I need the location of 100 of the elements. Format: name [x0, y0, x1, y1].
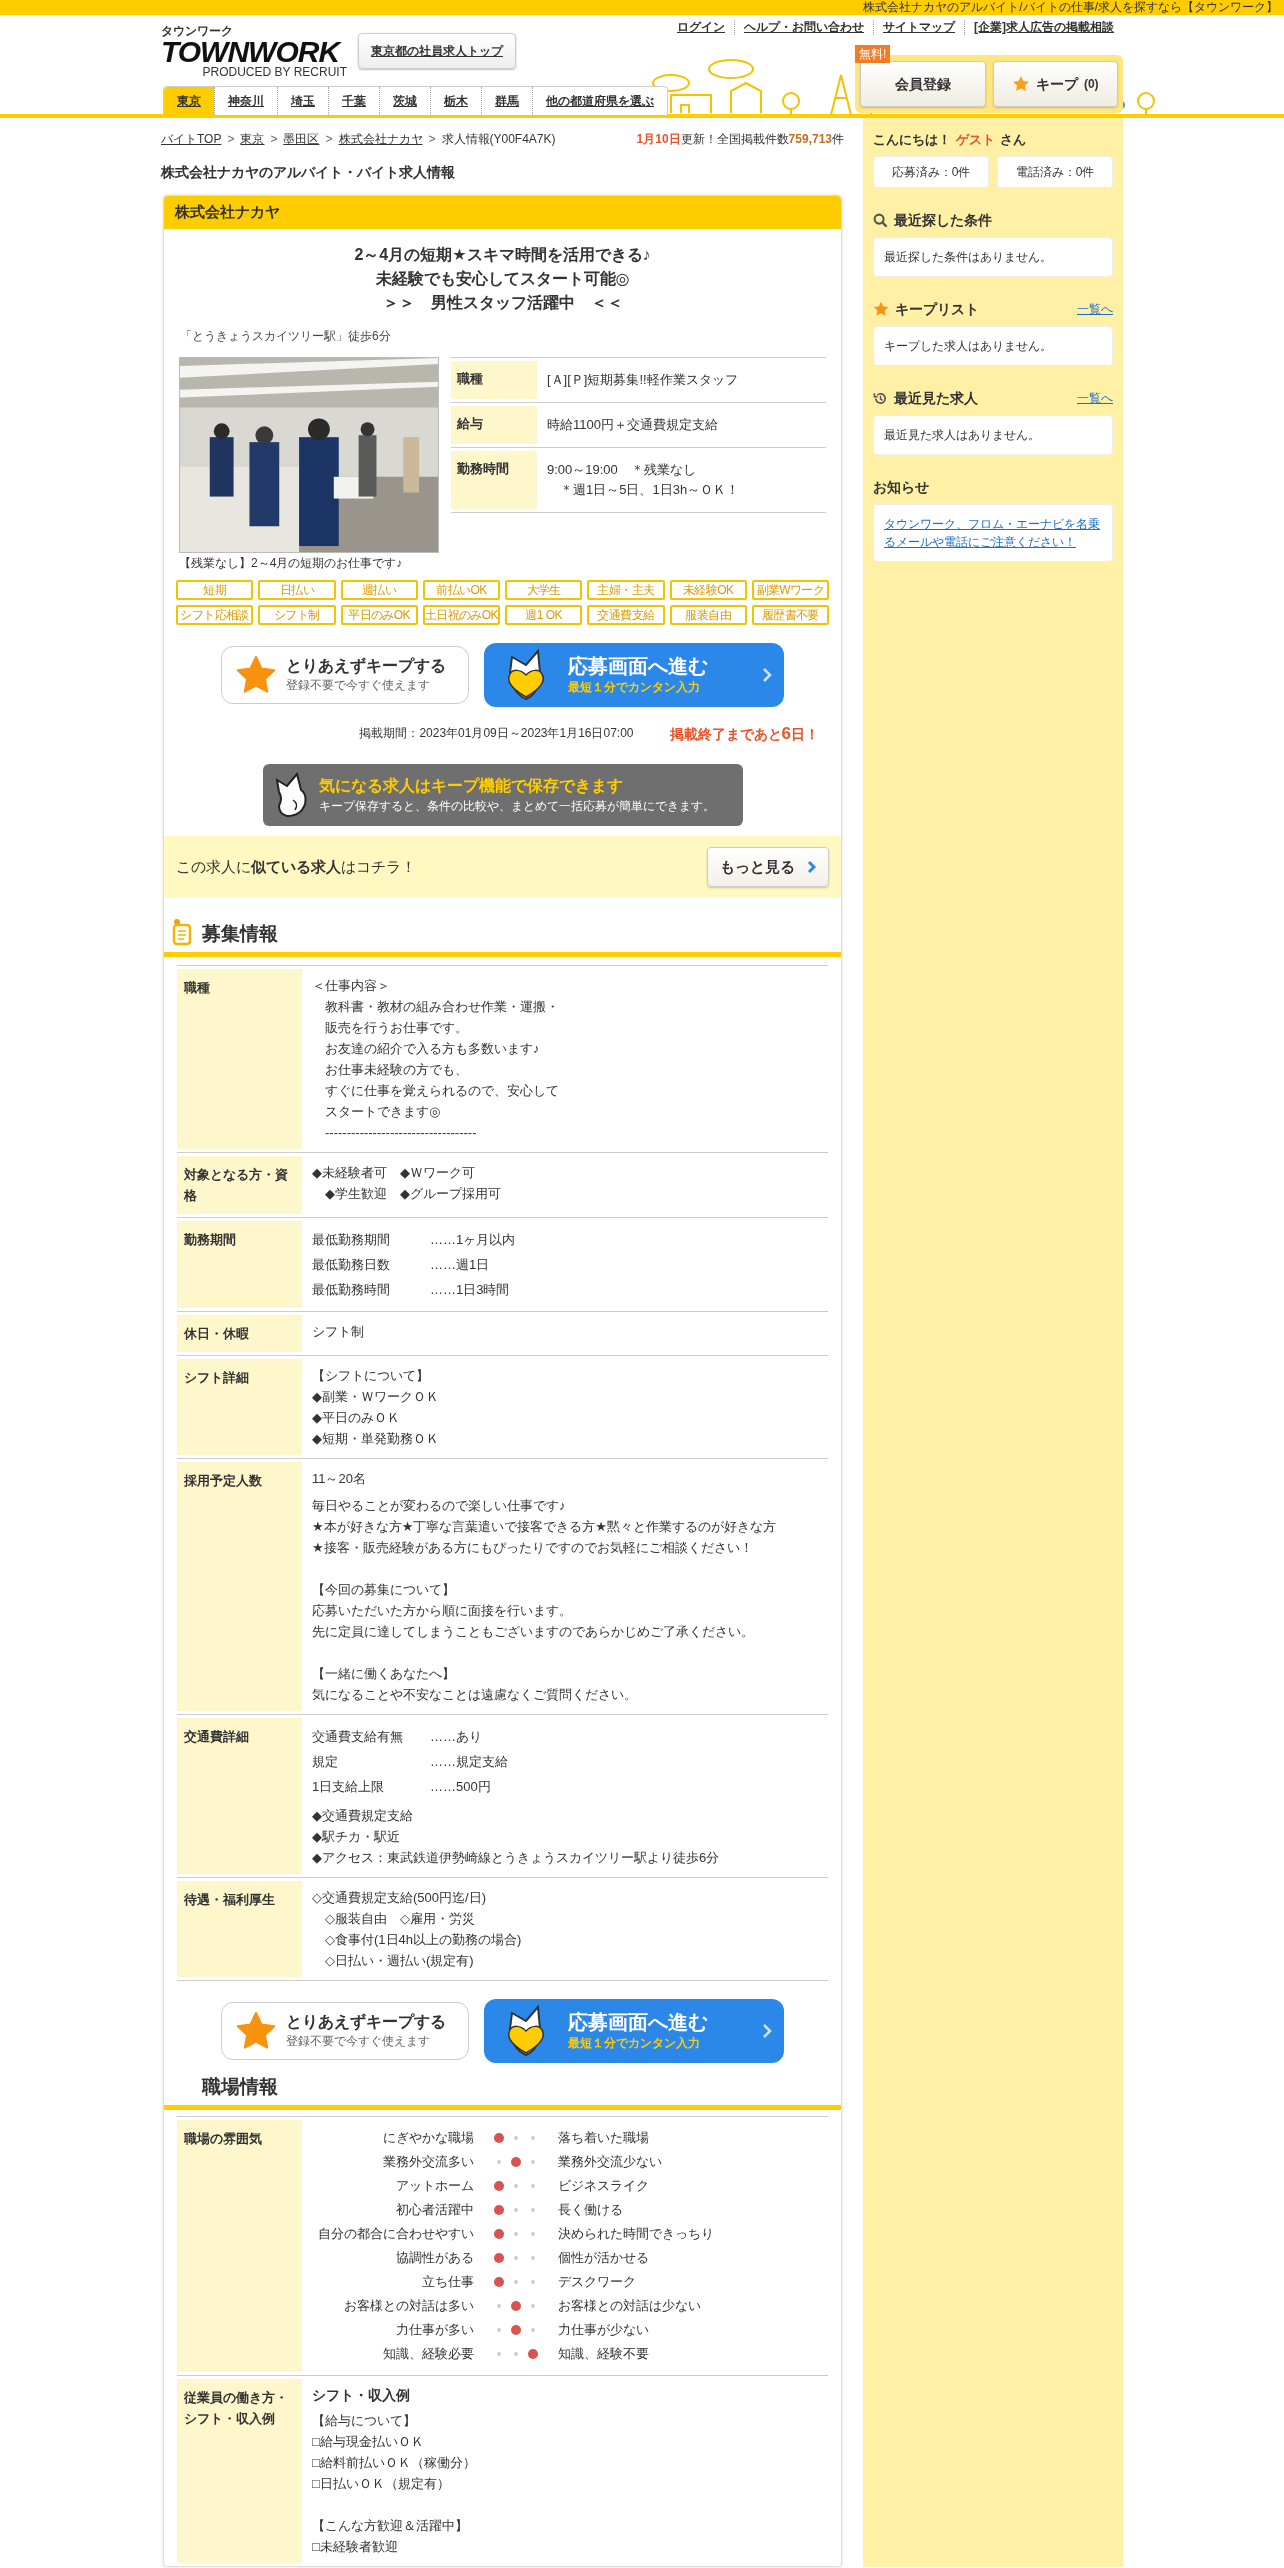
breadcrumb-separator: >	[227, 131, 235, 148]
prefecture-tab[interactable]: 東京	[164, 87, 214, 115]
similar-jobs-text: この求人に似ている求人はコチラ！	[176, 856, 416, 877]
prefecture-tab[interactable]: 千葉	[328, 87, 379, 115]
feature-tag: 短期	[176, 579, 254, 600]
header-link[interactable]: ヘルプ・お問い合わせ	[734, 20, 873, 35]
chevron-icon	[762, 666, 772, 683]
headline-text: 未経験でも安心してスタート可能◎	[374, 268, 631, 289]
detail-text: 【給与について】	[312, 2412, 417, 2430]
empty-message: 最近探した条件はありません。	[884, 249, 1052, 264]
feature-tag: シフト制	[258, 604, 336, 625]
detail-text: ◆アクセス：東武鉄道伊勢崎線とうきょうスカイツリー駅より徒歩6分	[312, 1849, 721, 1867]
detail-text: □給与現金払いＯＫ	[312, 2433, 425, 2451]
prefecture-tab[interactable]: 他の都道府県を選ぶ	[532, 87, 667, 115]
scale-left-label: 知識、経験必要	[382, 2345, 475, 2363]
register-button[interactable]: 会員登録	[860, 61, 986, 107]
feature-tag: 土日祝のみOK	[422, 604, 500, 625]
chevron-icon	[762, 2023, 772, 2039]
detail-value: ……500円	[430, 1778, 491, 1796]
scale-left-label: 業務外交流多い	[382, 2153, 475, 2171]
detail-text: ◆短期・単発勤務ＯＫ	[312, 1430, 440, 1448]
view-list-link[interactable]: 一覧へ	[1077, 389, 1113, 407]
detail-key: 規定	[312, 1749, 430, 1774]
sidebar-heading: キープリスト	[895, 299, 979, 319]
detail-text: すぐに仕事を覚えられるので、安心して	[324, 1082, 560, 1100]
feature-tag: 週1 OK	[505, 604, 583, 625]
scale-right-label: デスクワーク	[557, 2273, 637, 2291]
detail-text: 11～20名	[312, 1470, 367, 1488]
detail-key: 最低勤務期間	[312, 1227, 430, 1252]
header-link[interactable]: サイトマップ	[873, 20, 964, 35]
header-link[interactable]: ログイン	[668, 20, 734, 35]
keep-feature-banner[interactable]: 気になる求人はキープ機能で保存できます キープ保存すると、条件の比較や、まとめて一括応募が簡単にできます。	[262, 764, 743, 826]
scale-left-label: 自分の都合に合わせやすい	[317, 2225, 475, 2243]
detail-text: ★接客・販売経験がある方にもぴったりですのでお気軽にご相談ください！	[312, 1539, 754, 1557]
scale-right-label: 力仕事が少ない	[557, 2321, 650, 2339]
banner-title: 気になる求人はキープ機能で保存できます	[318, 776, 624, 797]
detail-label: 休日・休暇	[177, 1315, 302, 1352]
star-icon	[236, 2012, 276, 2050]
apply-button[interactable]: 応募画面へ進む 最短１分でカンタン入力	[484, 1999, 784, 2063]
header-link[interactable]: [企業]求人広告の掲載相談	[964, 20, 1123, 35]
detail-text: 【今回の募集について】	[312, 1581, 456, 1599]
feature-tag: 日払い	[258, 579, 336, 600]
detail-text: ＜仕事内容＞	[312, 977, 391, 995]
detail-text: ◇交通費規定支給(500円迄/日)	[312, 1889, 487, 1907]
prefecture-tab[interactable]: 埼玉	[277, 87, 328, 115]
chevron-icon	[807, 860, 816, 874]
detail-text: -----------------------------------	[324, 1124, 478, 1142]
detail-label: 待遇・福利厚生	[177, 1881, 302, 1977]
page-title: 株式会社ナカヤのアルバイト・バイト求人情報	[161, 163, 456, 182]
detail-key: 最低勤務時間	[312, 1277, 430, 1302]
star-icon	[236, 655, 276, 694]
feature-tag: 服装自由	[669, 604, 747, 625]
detail-label: シフト詳細	[177, 1359, 302, 1455]
scale-right-label: ビジネスライク	[557, 2177, 650, 2195]
detail-text: ◇日払い・週払い(規定有)	[324, 1952, 475, 1970]
detail-text: 【一緒に働くあなたへ】	[312, 1665, 456, 1683]
detail-label: 従業員の働き方・シフト・収入例	[177, 2379, 302, 2563]
detail-text: ★本が好きな方★丁寧な言葉遣いで接客できる方★黙々と作業するのが好きな方	[312, 1518, 777, 1536]
prefecture-tab[interactable]: 群馬	[481, 87, 532, 115]
scale-left-label: 初心者活躍中	[395, 2201, 475, 2219]
feature-tag: 平日のみOK	[340, 604, 418, 625]
apply-button[interactable]: 応募画面へ進む 最短１分でカンタン入力	[484, 642, 784, 707]
keep-button[interactable]: とりあえずキープする 登録不要で今すぐ使えます	[221, 645, 469, 704]
detail-key: 交通費支給有無	[312, 1724, 430, 1749]
company-header: 株式会社ナカヤ	[164, 196, 841, 229]
breadcrumb-separator: >	[270, 131, 278, 148]
scale-right-label: 個性が活かせる	[557, 2249, 650, 2267]
status-counter: 応募済み：0件	[873, 155, 989, 188]
summary-value: [Ａ][Ｐ]短期募集!!軽作業スタッフ	[547, 370, 738, 389]
feature-tag: 大学生	[505, 579, 583, 600]
detail-key: 1日支給上限	[312, 1774, 430, 1799]
summary-value: 時給1100円＋交通費規定支給	[547, 415, 718, 434]
view-list-link[interactable]: 一覧へ	[1077, 300, 1113, 318]
sidebar-heading: 最近見た求人	[894, 388, 978, 408]
logo: TOWNWORK	[161, 38, 342, 66]
corporate-top-button[interactable]: 東京都の社員求人トップ	[358, 33, 516, 69]
detail-value: ……1日3時間	[430, 1281, 510, 1299]
more-button[interactable]: もっと見る	[707, 846, 829, 888]
prefecture-tab[interactable]: 神奈川	[214, 87, 277, 115]
detail-text: シフト制	[312, 1323, 365, 1341]
keep-button[interactable]: キープ (0)	[992, 61, 1118, 107]
detail-label: 採用予定人数	[177, 1462, 302, 1711]
detail-label: 対象となる方・資格	[177, 1156, 302, 1214]
breadcrumb-link[interactable]: 東京	[240, 130, 265, 148]
breadcrumb-link[interactable]: 株式会社ナカヤ	[338, 130, 423, 148]
history-icon	[873, 390, 888, 406]
logo-credit: PRODUCED BY RECRUIT	[201, 66, 348, 79]
breadcrumb-separator: >	[428, 131, 436, 148]
breadcrumb-link[interactable]: バイトTOP	[161, 130, 222, 148]
detail-key: 最低勤務日数	[312, 1252, 430, 1277]
subheading: シフト・収入例	[312, 2386, 411, 2405]
detail-text: 毎日やることが変わるので楽しい仕事です♪	[312, 1497, 567, 1515]
feature-tag: シフト応相談	[176, 604, 254, 625]
station-text: 「とうきょうスカイツリー駅」徒歩6分	[180, 327, 392, 345]
page-tagline: 株式会社ナカヤのアルバイト/バイトの仕事/求人を探すなら【タウンワーク】	[863, 0, 1278, 15]
keep-button[interactable]: とりあえずキープする 登録不要で今すぐ使えます	[221, 2002, 469, 2060]
prefecture-tab[interactable]: 茨城	[379, 87, 430, 115]
prefecture-tab[interactable]: 栃木	[430, 87, 481, 115]
breadcrumb-link[interactable]: 墨田区	[283, 130, 320, 148]
days-remaining: 掲載終了まであと6日！	[669, 722, 819, 745]
